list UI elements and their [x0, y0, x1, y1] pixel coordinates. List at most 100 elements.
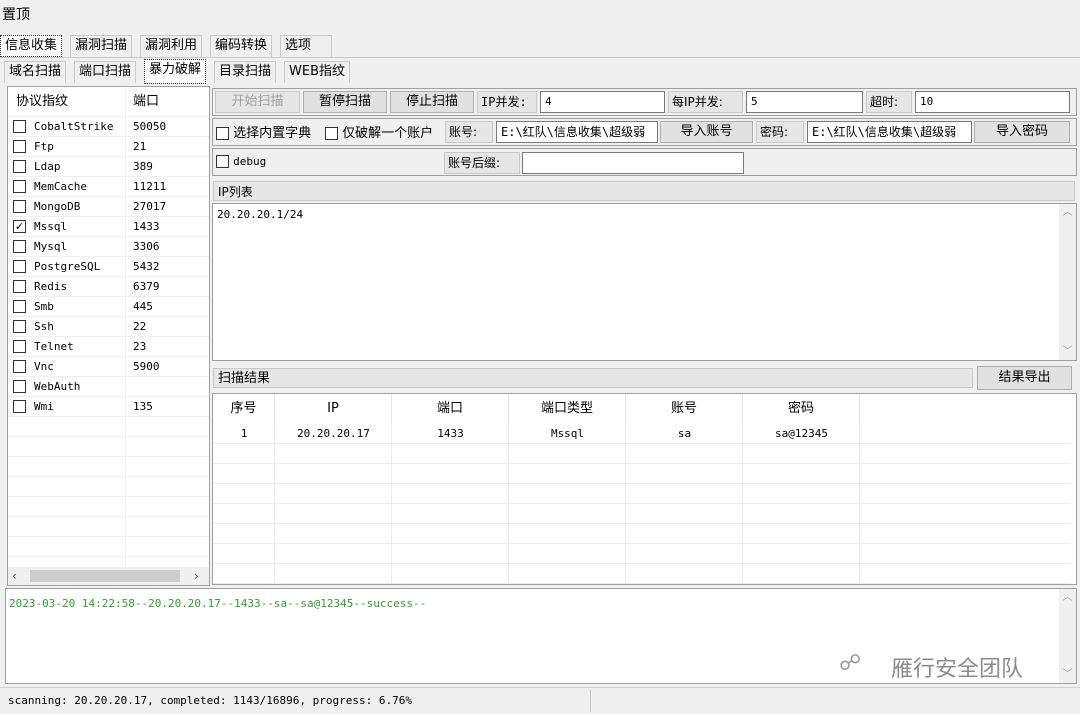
single-account-checkbox-box[interactable]: [325, 127, 338, 140]
protocol-checkbox[interactable]: [13, 380, 26, 393]
protocol-checkbox[interactable]: [13, 260, 26, 273]
tab-options[interactable]: 选项: [280, 35, 332, 57]
protocol-row[interactable]: Vnc 5900: [8, 357, 209, 377]
import-account-button[interactable]: 导入账号: [660, 121, 753, 143]
protocol-row[interactable]: Ssh 22: [8, 317, 209, 337]
tab-vuln-exploit[interactable]: 漏洞利用: [140, 35, 203, 57]
ip-list-textarea[interactable]: 20.20.20.1/24 ︿ ﹀: [212, 203, 1077, 361]
ip-concurrency-input[interactable]: 4: [540, 91, 665, 113]
protocol-row[interactable]: Smb 445: [8, 297, 209, 317]
protocol-row[interactable]: Redis 6379: [8, 277, 209, 297]
protocol-list[interactable]: 协议指纹 端口 CobaltStrike 50050 Ftp 21 Ldap 389 Mem…: [7, 86, 210, 586]
builtin-dict-checkbox[interactable]: 选择内置字典: [216, 122, 311, 141]
subtab-dir-scan[interactable]: 目录扫描: [214, 61, 277, 83]
port-cell: 5432: [128, 257, 208, 277]
protocol-port: 23: [133, 340, 147, 353]
subtab-brute-force[interactable]: 暴力破解: [144, 59, 207, 84]
pause-scan-button[interactable]: 暂停扫描: [303, 91, 387, 113]
protocol-checkbox[interactable]: [13, 140, 26, 153]
scroll-right-icon[interactable]: ›: [194, 567, 206, 585]
single-account-checkbox[interactable]: 仅破解一个账户: [325, 122, 433, 141]
protocol-row[interactable]: Ftp 21: [8, 137, 209, 157]
log-area[interactable]: 2023-03-20 14:22:58--20.20.20.17--1433--…: [5, 588, 1077, 684]
status-text: scanning: 20.20.20.17, completed: 1143/1…: [8, 694, 412, 707]
protocol-name: WebAuth: [34, 380, 81, 393]
import-password-button[interactable]: 导入密码: [974, 121, 1070, 143]
grid-line: [859, 544, 860, 564]
ip-list-vscrollbar[interactable]: ︿ ﹀: [1059, 204, 1076, 360]
protocol-hscrollbar[interactable]: ‹ ›: [8, 567, 209, 585]
protocol-checkbox[interactable]: [13, 340, 26, 353]
protocol-row[interactable]: Ldap 389: [8, 157, 209, 177]
protocol-row[interactable]: CobaltStrike 50050: [8, 117, 209, 137]
protocol-checkbox[interactable]: [13, 300, 26, 313]
tab-vuln-scan[interactable]: 漏洞扫描: [70, 35, 133, 57]
subtab-web-fingerprint[interactable]: WEB指纹: [284, 61, 350, 83]
scroll-left-icon[interactable]: ‹: [12, 567, 24, 585]
protocol-checkbox[interactable]: [13, 240, 26, 253]
protocol-row[interactable]: MongoDB 27017: [8, 197, 209, 217]
protocol-row[interactable]: MemCache 11211: [8, 177, 209, 197]
results-column-header[interactable]: IP: [275, 394, 392, 424]
protocol-name: CobaltStrike: [34, 120, 114, 133]
protocol-checkbox[interactable]: [13, 200, 26, 213]
subtab-domain-scan[interactable]: 域名扫描: [4, 61, 67, 83]
scroll-thumb[interactable]: [30, 570, 180, 582]
results-table[interactable]: 序号 IP 端口 端口类型 账号 密码 1 20.20.20.17 1433 Mssql sa sa…: [212, 393, 1077, 585]
protocol-cell: [8, 537, 126, 557]
debug-checkbox-box[interactable]: [216, 155, 229, 168]
protocol-checkbox[interactable]: [13, 120, 26, 133]
account-path-input[interactable]: E:\红队\信息收集\超级弱: [496, 121, 658, 143]
port-cell: 27017: [128, 197, 208, 217]
account-suffix-input[interactable]: [522, 152, 744, 174]
export-results-button[interactable]: 结果导出: [977, 366, 1072, 390]
subtab-port-scan[interactable]: 端口扫描: [74, 61, 137, 83]
protocol-port: 21: [133, 140, 147, 153]
results-column-header[interactable]: 密码: [743, 394, 860, 424]
debug-checkbox[interactable]: debug: [216, 154, 266, 169]
debug-label: debug: [233, 155, 267, 168]
scroll-down-icon[interactable]: ﹀: [1059, 343, 1076, 360]
protocol-name: Ssh: [34, 320, 54, 333]
tab-info-gathering[interactable]: 信息收集: [0, 35, 63, 57]
protocol-checkbox[interactable]: [13, 320, 26, 333]
port-cell: 11211: [128, 177, 208, 197]
grid-line: [859, 464, 860, 484]
start-scan-button[interactable]: 开始扫描: [215, 91, 300, 113]
log-scroll-up-icon[interactable]: ︿: [1059, 589, 1076, 606]
scroll-up-icon[interactable]: ︿: [1059, 204, 1076, 221]
stop-scan-button[interactable]: 停止扫描: [390, 91, 474, 113]
builtin-dict-checkbox-box[interactable]: [216, 127, 229, 140]
protocol-checkbox[interactable]: [13, 400, 26, 413]
log-vscrollbar[interactable]: ︿ ﹀: [1059, 589, 1076, 683]
protocol-port: 389: [133, 160, 153, 173]
timeout-input[interactable]: 10: [915, 91, 1070, 113]
protocol-checkbox[interactable]: [13, 360, 26, 373]
protocol-checkbox[interactable]: [13, 180, 26, 193]
per-ip-concurrency-input[interactable]: 5: [746, 91, 863, 113]
port-cell: [128, 457, 208, 477]
results-column-header[interactable]: 端口类型: [509, 394, 626, 424]
protocol-row: [8, 417, 209, 437]
results-column-header[interactable]: 端口: [392, 394, 509, 424]
protocol-cell: ✓ Mssql: [8, 217, 126, 237]
tab-encoding[interactable]: 编码转换: [210, 35, 273, 57]
protocol-checkbox[interactable]: [13, 280, 26, 293]
password-path-input[interactable]: E:\红队\信息收集\超级弱: [807, 121, 972, 143]
protocol-row[interactable]: PostgreSQL 5432: [8, 257, 209, 277]
protocol-row[interactable]: Mysql 3306: [8, 237, 209, 257]
results-column-header[interactable]: 账号: [626, 394, 743, 424]
per-ip-concurrency-label: 每IP并发:: [668, 91, 743, 113]
port-cell: [128, 437, 208, 457]
protocol-row[interactable]: ✓ Mssql 1433: [8, 217, 209, 237]
results-column-header[interactable]: 序号: [213, 394, 275, 424]
grid-line: [742, 484, 743, 504]
protocol-row[interactable]: WebAuth: [8, 377, 209, 397]
protocol-cell: Vnc: [8, 357, 126, 377]
log-scroll-down-icon[interactable]: ﹀: [1059, 666, 1076, 683]
protocol-checkbox[interactable]: [13, 160, 26, 173]
protocol-row[interactable]: Telnet 23: [8, 337, 209, 357]
protocol-checkbox[interactable]: ✓: [13, 220, 26, 233]
results-cell: sa@12345: [775, 427, 828, 440]
protocol-row[interactable]: Wmi 135: [8, 397, 209, 417]
